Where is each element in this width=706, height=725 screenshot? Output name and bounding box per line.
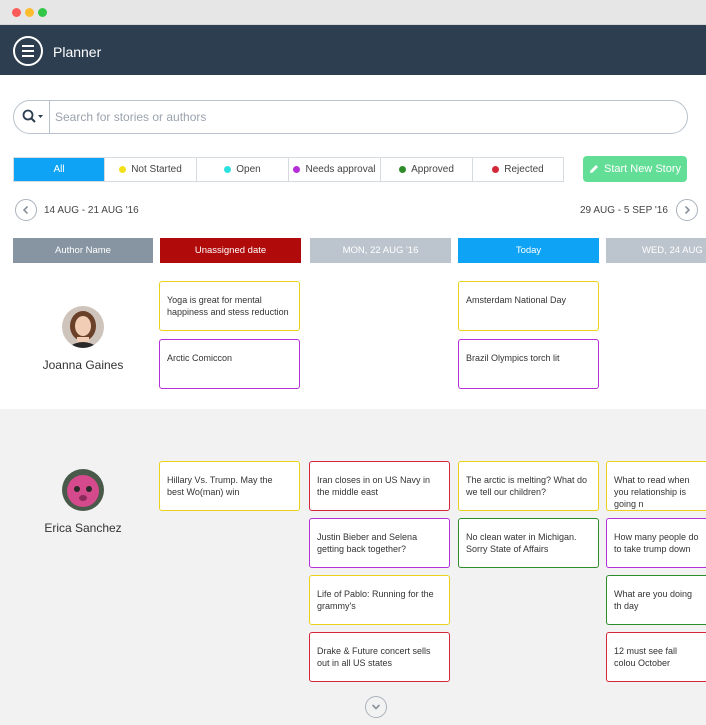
filter-rejected[interactable]: Rejected	[473, 158, 563, 181]
story-card[interactable]: Drake & Future concert sells out in all …	[309, 632, 450, 682]
search-icon	[22, 109, 43, 123]
filter-all[interactable]: All	[14, 158, 105, 181]
story-title: How many people do to take trump down	[614, 532, 699, 554]
story-title: What are you doing th day	[614, 589, 693, 611]
story-title: No clean water in Michigan. Sorry State …	[466, 532, 577, 554]
column-header-today: Today	[458, 238, 599, 263]
needs-approval-dot-icon	[293, 166, 301, 173]
app-window: Planner All Not Started Open Needs appro…	[0, 0, 706, 725]
story-card[interactable]: How many people do to take trump down	[606, 518, 706, 568]
filter-label: All	[53, 164, 65, 175]
previous-week-button[interactable]	[15, 199, 37, 221]
story-title: Hillary Vs. Trump. May the best Wo(man) …	[167, 475, 273, 497]
filter-label: Rejected	[504, 164, 544, 175]
filter-label: Open	[236, 164, 261, 175]
filter-not-started[interactable]: Not Started	[105, 158, 197, 181]
window-titlebar	[0, 0, 706, 25]
filter-needs-approval[interactable]: Needs approval	[289, 158, 381, 181]
story-title: Brazil Olympics torch lit	[466, 353, 560, 363]
erica-avatar-icon	[62, 469, 104, 511]
minimize-window-button[interactable]	[25, 8, 34, 17]
search-input[interactable]	[55, 106, 655, 128]
next-week-button[interactable]	[676, 199, 698, 221]
story-title: Iran closes in on US Navy in the middle …	[317, 475, 431, 497]
chevron-right-icon	[684, 205, 691, 215]
next-range-label: 29 AUG - 5 SEP '16	[580, 205, 668, 216]
story-title: Amsterdam National Day	[466, 295, 567, 305]
previous-range-label: 14 AUG - 21 AUG '16	[44, 205, 139, 216]
not-started-dot-icon	[119, 166, 127, 173]
story-card[interactable]: What to read when you relationship is go…	[606, 461, 706, 511]
filter-label: Needs approval	[305, 164, 376, 175]
column-header-mon: MON, 22 AUG '16	[310, 238, 451, 263]
chevron-down-icon	[371, 704, 381, 710]
story-card[interactable]: What are you doing th day	[606, 575, 706, 625]
start-new-story-button[interactable]: Start New Story	[583, 156, 687, 182]
story-title: 12 must see fall colou October	[614, 646, 678, 668]
column-header-wed: WED, 24 AUG '16	[606, 238, 706, 263]
avatar	[62, 306, 104, 348]
story-card[interactable]: Amsterdam National Day	[458, 281, 599, 331]
story-card[interactable]: 12 must see fall colou October	[606, 632, 706, 682]
open-dot-icon	[224, 166, 232, 173]
app-header: Planner	[0, 25, 706, 75]
story-title: Drake & Future concert sells out in all …	[317, 646, 431, 668]
maximize-window-button[interactable]	[38, 8, 47, 17]
status-filter-bar: All Not Started Open Needs approval Appr…	[13, 157, 564, 182]
story-card[interactable]: No clean water in Michigan. Sorry State …	[458, 518, 599, 568]
story-title: Justin Bieber and Selena getting back to…	[317, 532, 418, 554]
column-header-author: Author Name	[13, 238, 153, 263]
story-title: Arctic Comiccon	[167, 353, 233, 363]
column-header-unassigned: Unassigned date	[160, 238, 301, 263]
story-card[interactable]: Yoga is great for mental happiness and s…	[159, 281, 300, 331]
story-card[interactable]: Arctic Comiccon	[159, 339, 300, 389]
story-card[interactable]: The arctic is melting? What do we tell o…	[458, 461, 599, 511]
story-title: The arctic is melting? What do we tell o…	[466, 475, 588, 497]
story-card[interactable]: Justin Bieber and Selena getting back to…	[309, 518, 450, 568]
story-card[interactable]: Hillary Vs. Trump. May the best Wo(man) …	[159, 461, 300, 511]
avatar	[62, 469, 104, 511]
story-title: What to read when you relationship is go…	[614, 475, 690, 509]
chevron-left-icon	[22, 205, 29, 215]
joanna-avatar-icon	[62, 306, 104, 348]
app-title: Planner	[53, 44, 102, 60]
search-scope-dropdown[interactable]	[14, 101, 50, 133]
story-title: Life of Pablo: Running for the grammy's	[317, 589, 434, 611]
rejected-dot-icon	[492, 166, 500, 173]
search-bar	[13, 100, 688, 134]
story-card[interactable]: Iran closes in on US Navy in the middle …	[309, 461, 450, 511]
scroll-down-button[interactable]	[365, 696, 387, 718]
author-name: Joanna Gaines	[42, 358, 124, 372]
start-new-story-label: Start New Story	[603, 163, 682, 175]
filter-label: Not Started	[131, 164, 182, 175]
hamburger-menu-icon[interactable]	[13, 36, 43, 66]
close-window-button[interactable]	[12, 8, 21, 17]
story-card[interactable]: Brazil Olympics torch lit	[458, 339, 599, 389]
filter-label: Approved	[411, 164, 454, 175]
filter-open[interactable]: Open	[197, 158, 289, 181]
filter-approved[interactable]: Approved	[381, 158, 473, 181]
author-name: Erica Sanchez	[44, 521, 122, 535]
story-card[interactable]: Life of Pablo: Running for the grammy's	[309, 575, 450, 625]
approved-dot-icon	[399, 166, 407, 173]
story-title: Yoga is great for mental happiness and s…	[167, 295, 289, 317]
pencil-icon	[589, 165, 598, 173]
